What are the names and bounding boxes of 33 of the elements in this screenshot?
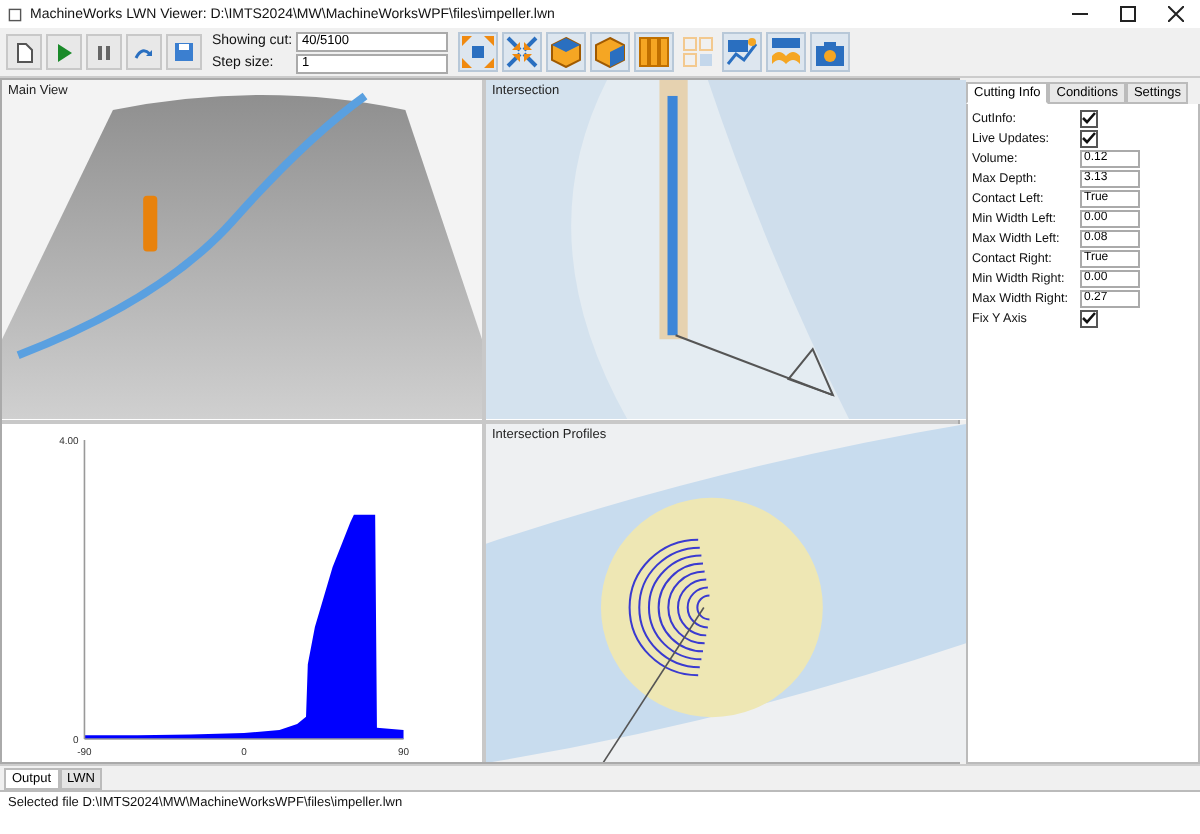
close-icon <box>1168 6 1184 22</box>
chart-button[interactable] <box>722 32 762 72</box>
save-button[interactable] <box>166 34 202 70</box>
play-button[interactable] <box>46 34 82 70</box>
cube-front-button[interactable] <box>546 32 586 72</box>
cube-icon <box>550 36 582 68</box>
line-chart-icon <box>726 36 758 68</box>
cube-side-button[interactable] <box>590 32 630 72</box>
shrink-view-button[interactable] <box>502 32 542 72</box>
save-icon <box>174 42 194 62</box>
app-icon <box>8 7 22 21</box>
curved-arrow-icon <box>134 45 154 59</box>
reset-button[interactable] <box>6 34 42 70</box>
fit-view-button[interactable] <box>458 32 498 72</box>
cube-icon <box>594 36 626 68</box>
expand-arrows-icon <box>462 36 494 68</box>
grid-icon <box>682 36 714 68</box>
columns-button[interactable] <box>634 32 674 72</box>
layers-icon <box>770 36 802 68</box>
checkbox[interactable] <box>1080 129 1098 147</box>
camera-icon <box>814 36 846 68</box>
pause-button[interactable] <box>86 34 122 70</box>
checkbox[interactable] <box>1080 109 1098 127</box>
columns-icon <box>638 36 670 68</box>
maximize-icon <box>1120 6 1136 22</box>
camera-button[interactable] <box>810 32 850 72</box>
step-button[interactable] <box>126 34 162 70</box>
checkbox[interactable] <box>1080 309 1098 327</box>
play-icon <box>56 43 72 61</box>
pause-icon <box>98 45 110 59</box>
layers-button[interactable] <box>766 32 806 72</box>
document-icon <box>14 41 34 63</box>
collapse-arrows-icon <box>506 36 538 68</box>
